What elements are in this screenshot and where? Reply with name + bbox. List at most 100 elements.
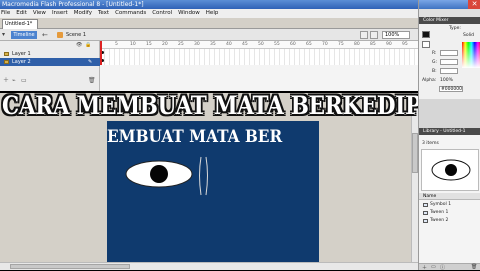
layer-row[interactable]: Layer 1 xyxy=(0,50,100,58)
ruler-mark: 45 xyxy=(242,42,248,47)
close-icon[interactable]: ✕ xyxy=(468,0,480,9)
layer-icon xyxy=(4,52,9,56)
ruler-mark: 75 xyxy=(338,42,344,47)
alpha-label: Alpha: xyxy=(422,78,437,83)
horizontal-scroll-thumb[interactable] xyxy=(10,264,130,269)
blink-shape[interactable] xyxy=(197,155,211,197)
ruler-mark: 15 xyxy=(146,42,152,47)
r-input[interactable] xyxy=(440,50,458,56)
menu-file[interactable]: File xyxy=(1,9,10,18)
g-label: G: xyxy=(432,60,438,65)
ruler-mark: 70 xyxy=(322,42,328,47)
horizontal-scrollbar[interactable] xyxy=(0,262,418,270)
playhead[interactable] xyxy=(100,41,102,65)
menu-bar: File Edit View Insert Modify Text Comman… xyxy=(0,9,418,18)
ruler-mark: 50 xyxy=(258,42,264,47)
new-folder-icon[interactable]: ▭ xyxy=(431,264,436,270)
library-item-name: Symbol 1 xyxy=(430,202,452,207)
menu-view[interactable]: View xyxy=(33,9,46,18)
stroke-color-swatch[interactable] xyxy=(422,31,430,38)
eye-shape[interactable] xyxy=(125,157,197,193)
layer-icon xyxy=(4,60,9,64)
ruler-mark: 85 xyxy=(370,42,376,47)
edit-symbols-icon[interactable] xyxy=(370,31,378,39)
menu-modify[interactable]: Modify xyxy=(74,9,92,18)
g-input[interactable] xyxy=(440,59,458,65)
document-tab-bar: Untitled-1* xyxy=(0,18,418,29)
timeline-header: ▾ Timeline ← Scene 1 100% xyxy=(0,29,418,41)
alpha-value[interactable]: 100% xyxy=(440,78,453,83)
stage-canvas[interactable]: EMBUAT MATA BER xyxy=(107,121,319,270)
layer-name: Layer 2 xyxy=(12,59,31,65)
delete-layer-icon[interactable]: 🗑 xyxy=(88,78,96,84)
library-item[interactable]: Tween 2 xyxy=(419,217,480,225)
ruler-mark: 30 xyxy=(194,42,200,47)
add-guide-icon[interactable]: ⌁ xyxy=(12,78,18,84)
r-label: R: xyxy=(432,51,437,56)
document-tab[interactable]: Untitled-1* xyxy=(2,19,38,29)
library-column-header[interactable]: Name xyxy=(419,193,480,200)
trash-icon[interactable]: 🗑 xyxy=(471,264,477,270)
scene-icon xyxy=(57,32,63,38)
library-body: 3 items Name Symbol 1 Tween 1 Tween 2 xyxy=(419,135,480,263)
ruler-mark: 20 xyxy=(162,42,168,47)
menu-control[interactable]: Control xyxy=(152,9,172,18)
color-mixer-header[interactable]: Color Mixer xyxy=(419,17,480,24)
stage-text[interactable]: EMBUAT MATA BER xyxy=(107,127,298,147)
back-arrow-icon[interactable]: ← xyxy=(42,31,50,39)
graphic-icon xyxy=(423,219,428,223)
ruler-mark: 55 xyxy=(274,42,280,47)
menu-edit[interactable]: Edit xyxy=(16,9,27,18)
symbol-icon xyxy=(423,203,428,207)
panel-spacer xyxy=(419,99,480,128)
ruler-mark: 40 xyxy=(226,42,232,47)
ruler-mark: 90 xyxy=(386,42,392,47)
ruler-mark: 25 xyxy=(178,42,184,47)
edit-scene-icon[interactable] xyxy=(360,31,368,39)
frame-grid[interactable] xyxy=(100,49,418,65)
library-header[interactable]: Library - Untitled-1 xyxy=(419,128,480,135)
layer-row-selected[interactable]: Layer 2 ✎ xyxy=(0,58,100,66)
overlay-title: CARA MEMBUAT MATA BERKEDIP xyxy=(2,91,422,120)
library-item-name: Tween 2 xyxy=(430,218,449,223)
library-column-name: Name xyxy=(423,194,437,199)
ruler-mark: 95 xyxy=(402,42,408,47)
color-spectrum-fade xyxy=(462,42,480,68)
menu-help[interactable]: Help xyxy=(206,9,219,18)
library-item-name: Tween 1 xyxy=(430,210,449,215)
menu-commands[interactable]: Commands xyxy=(115,9,146,18)
hex-input[interactable]: #000000 xyxy=(439,86,463,92)
ruler-mark: 35 xyxy=(210,42,216,47)
menu-insert[interactable]: Insert xyxy=(52,9,68,18)
pencil-icon: ✎ xyxy=(88,59,93,65)
library-item[interactable]: Tween 1 xyxy=(419,209,480,217)
collapse-arrow-icon[interactable]: ▾ xyxy=(2,31,8,39)
add-folder-icon[interactable]: ▭ xyxy=(21,78,27,84)
right-panel: ✕ Color Mixer Type: Solid R: G: B: Alpha… xyxy=(418,0,480,271)
fill-color-swatch[interactable] xyxy=(422,41,430,48)
graphic-icon xyxy=(423,211,428,215)
panel-toolbar xyxy=(419,9,480,17)
type-value[interactable]: Solid xyxy=(463,33,474,38)
b-input[interactable] xyxy=(440,68,458,74)
ruler-mark: 10 xyxy=(130,42,136,47)
menu-text[interactable]: Text xyxy=(98,9,109,18)
library-item[interactable]: Symbol 1 xyxy=(419,201,480,209)
frame-ruler[interactable]: 5 10 15 20 25 30 35 40 45 50 55 60 65 70… xyxy=(100,41,418,49)
b-label: B: xyxy=(432,69,437,74)
window-title: Macromedia Flash Professional 8 - [Untit… xyxy=(2,1,144,8)
library-item-count: 3 items xyxy=(422,141,439,146)
window-title-bar: Macromedia Flash Professional 8 - [Untit… xyxy=(0,0,418,9)
eye-icon[interactable]: 👁 xyxy=(76,42,82,48)
timeline-button[interactable]: Timeline xyxy=(11,31,37,39)
layer-name: Layer 1 xyxy=(12,51,31,57)
zoom-select[interactable]: 100% xyxy=(382,31,410,39)
menu-window[interactable]: Window xyxy=(178,9,200,18)
lock-icon[interactable]: 🔒 xyxy=(85,42,91,48)
eye-preview xyxy=(431,159,471,181)
library-title: Library - Untitled-1 xyxy=(423,129,466,134)
add-layer-icon[interactable]: ＋ xyxy=(3,78,9,84)
ruler-mark: 60 xyxy=(290,42,296,47)
ruler-mark: 80 xyxy=(354,42,360,47)
library-toolbar: ＋ ▭ ⓘ 🗑 xyxy=(419,263,480,271)
